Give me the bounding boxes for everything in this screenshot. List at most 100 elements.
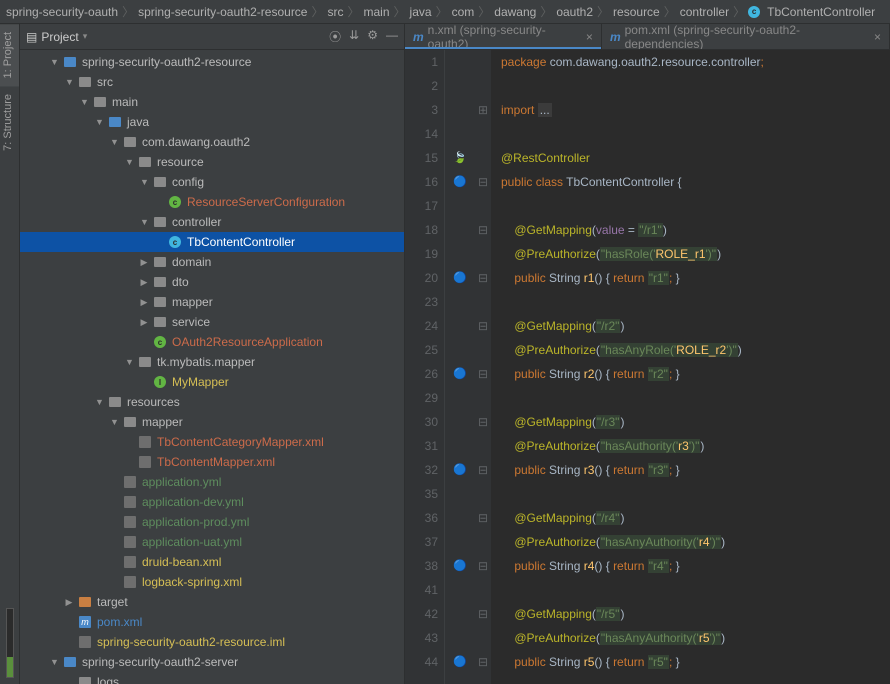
tree-node[interactable]: ▼java: [20, 112, 404, 132]
gutter-mark[interactable]: [445, 218, 475, 242]
code-line[interactable]: [501, 194, 890, 218]
gutter-mark[interactable]: [445, 386, 475, 410]
code-line[interactable]: [501, 386, 890, 410]
code-line[interactable]: @PreAuthorize("hasAnyAuthority('r4')"): [501, 530, 890, 554]
tree-node[interactable]: ▼resource: [20, 152, 404, 172]
tree-node[interactable]: TbContentCategoryMapper.xml: [20, 432, 404, 452]
editor-tabs[interactable]: mn.xml (spring-security-oauth2)×mpom.xml…: [405, 24, 890, 50]
expand-arrow[interactable]: ▶: [65, 597, 73, 608]
gutter-mark[interactable]: [445, 194, 475, 218]
tree-node[interactable]: ▼controller: [20, 212, 404, 232]
tree-node[interactable]: logs: [20, 672, 404, 684]
fold-toggle[interactable]: ⊟: [478, 458, 488, 482]
editor-tab[interactable]: mn.xml (spring-security-oauth2)×: [405, 24, 602, 49]
tree-node[interactable]: cTbContentController: [20, 232, 404, 252]
collapse-icon[interactable]: ⇊: [349, 28, 359, 45]
code-line[interactable]: @PreAuthorize("hasAnyRole('ROLE_r2')"): [501, 338, 890, 362]
code-line[interactable]: [501, 482, 890, 506]
code-line[interactable]: @GetMapping("/r5"): [501, 602, 890, 626]
expand-arrow[interactable]: ▼: [80, 97, 88, 107]
expand-arrow[interactable]: ▼: [140, 177, 148, 187]
tree-node[interactable]: ▼src: [20, 72, 404, 92]
code-line[interactable]: package com.dawang.oauth2.resource.contr…: [501, 50, 890, 74]
expand-arrow[interactable]: ▶: [140, 317, 148, 328]
code-line[interactable]: public String r3() { return "r3"; }: [501, 458, 890, 482]
fold-toggle[interactable]: ⊟: [478, 506, 488, 530]
memory-indicator[interactable]: [6, 608, 14, 678]
fold-toggle[interactable]: ⊟: [478, 314, 488, 338]
fold-toggle[interactable]: ⊟: [478, 266, 488, 290]
code-line[interactable]: public String r2() { return "r2"; }: [501, 362, 890, 386]
locate-icon[interactable]: ⦿: [329, 28, 341, 45]
fold-toggle[interactable]: ⊟: [478, 650, 488, 674]
tree-node[interactable]: cResourceServerConfiguration: [20, 192, 404, 212]
breadcrumb-item[interactable]: spring-security-oauth2-resource: [136, 5, 309, 19]
expand-arrow[interactable]: ▼: [95, 117, 103, 127]
tree-node[interactable]: mpom.xml: [20, 612, 404, 632]
code-line[interactable]: @PreAuthorize("hasRole('ROLE_r1')"): [501, 242, 890, 266]
expand-arrow[interactable]: ▼: [110, 417, 118, 427]
gutter-mark[interactable]: [445, 602, 475, 626]
code-line[interactable]: public String r5() { return "r5"; }: [501, 650, 890, 674]
gutter-mark[interactable]: 🍃: [445, 146, 475, 170]
tree-node[interactable]: ▼config: [20, 172, 404, 192]
breadcrumb-item[interactable]: resource: [611, 5, 662, 19]
gutter-mark[interactable]: [445, 626, 475, 650]
breadcrumb-item[interactable]: com: [450, 5, 477, 19]
breadcrumb[interactable]: spring-security-oauth〉spring-security-oa…: [0, 0, 890, 24]
expand-arrow[interactable]: ▶: [140, 297, 148, 308]
hide-icon[interactable]: —: [386, 28, 398, 45]
fold-toggle[interactable]: ⊟: [478, 218, 488, 242]
tree-node[interactable]: ▼main: [20, 92, 404, 112]
project-tree[interactable]: ▼spring-security-oauth2-resource▼src▼mai…: [20, 50, 404, 684]
tree-node[interactable]: application.yml: [20, 472, 404, 492]
tree-node[interactable]: ▼spring-security-oauth2-resource: [20, 52, 404, 72]
fold-toggle[interactable]: ⊟: [478, 410, 488, 434]
fold-toggle[interactable]: ⊟: [478, 554, 488, 578]
breadcrumb-item[interactable]: src: [326, 5, 346, 19]
tree-node[interactable]: ▼com.dawang.oauth2: [20, 132, 404, 152]
code-line[interactable]: @GetMapping("/r2"): [501, 314, 890, 338]
code-line[interactable]: @PreAuthorize("hasAuthority('r3')"): [501, 434, 890, 458]
code-editor[interactable]: 1231415161718192023242526293031323536373…: [405, 50, 890, 684]
gutter-mark[interactable]: [445, 506, 475, 530]
gutter-mark[interactable]: [445, 290, 475, 314]
tree-node[interactable]: ▼resources: [20, 392, 404, 412]
tree-node[interactable]: ▶service: [20, 312, 404, 332]
gutter-mark[interactable]: 🔵: [445, 458, 475, 482]
breadcrumb-item[interactable]: TbContentController: [765, 5, 877, 19]
code-line[interactable]: [501, 74, 890, 98]
code-line[interactable]: [501, 290, 890, 314]
editor-tab[interactable]: mpom.xml (spring-security-oauth2-depende…: [602, 24, 890, 49]
tree-node[interactable]: TbContentMapper.xml: [20, 452, 404, 472]
fold-toggle[interactable]: ⊟: [478, 602, 488, 626]
expand-arrow[interactable]: ▼: [110, 137, 118, 147]
tree-node[interactable]: application-prod.yml: [20, 512, 404, 532]
close-icon[interactable]: ×: [586, 30, 593, 44]
gutter-mark[interactable]: [445, 434, 475, 458]
tree-node[interactable]: IMyMapper: [20, 372, 404, 392]
close-icon[interactable]: ×: [874, 30, 881, 44]
fold-toggle[interactable]: ⊟: [478, 362, 488, 386]
toolwindow-structure[interactable]: 7: Structure: [0, 86, 19, 159]
expand-arrow[interactable]: ▼: [95, 397, 103, 407]
breadcrumb-item[interactable]: main: [362, 5, 392, 19]
project-view-select[interactable]: ▤ Project ▾: [26, 30, 87, 44]
code-line[interactable]: public String r4() { return "r4"; }: [501, 554, 890, 578]
fold-toggle[interactable]: ⊟: [478, 170, 488, 194]
tree-node[interactable]: spring-security-oauth2-resource.iml: [20, 632, 404, 652]
expand-arrow[interactable]: ▼: [50, 657, 58, 667]
expand-arrow[interactable]: ▶: [140, 277, 148, 288]
gutter-mark[interactable]: [445, 578, 475, 602]
code-line[interactable]: import ...: [501, 98, 890, 122]
breadcrumb-item[interactable]: dawang: [492, 5, 538, 19]
gutter-mark[interactable]: [445, 314, 475, 338]
tree-node[interactable]: ▼mapper: [20, 412, 404, 432]
breadcrumb-item[interactable]: spring-security-oauth: [4, 5, 120, 19]
tree-node[interactable]: application-dev.yml: [20, 492, 404, 512]
gutter-mark[interactable]: [445, 74, 475, 98]
code-line[interactable]: @RestController: [501, 146, 890, 170]
gutter-mark[interactable]: [445, 242, 475, 266]
tree-node[interactable]: ▶mapper: [20, 292, 404, 312]
tree-node[interactable]: application-uat.yml: [20, 532, 404, 552]
